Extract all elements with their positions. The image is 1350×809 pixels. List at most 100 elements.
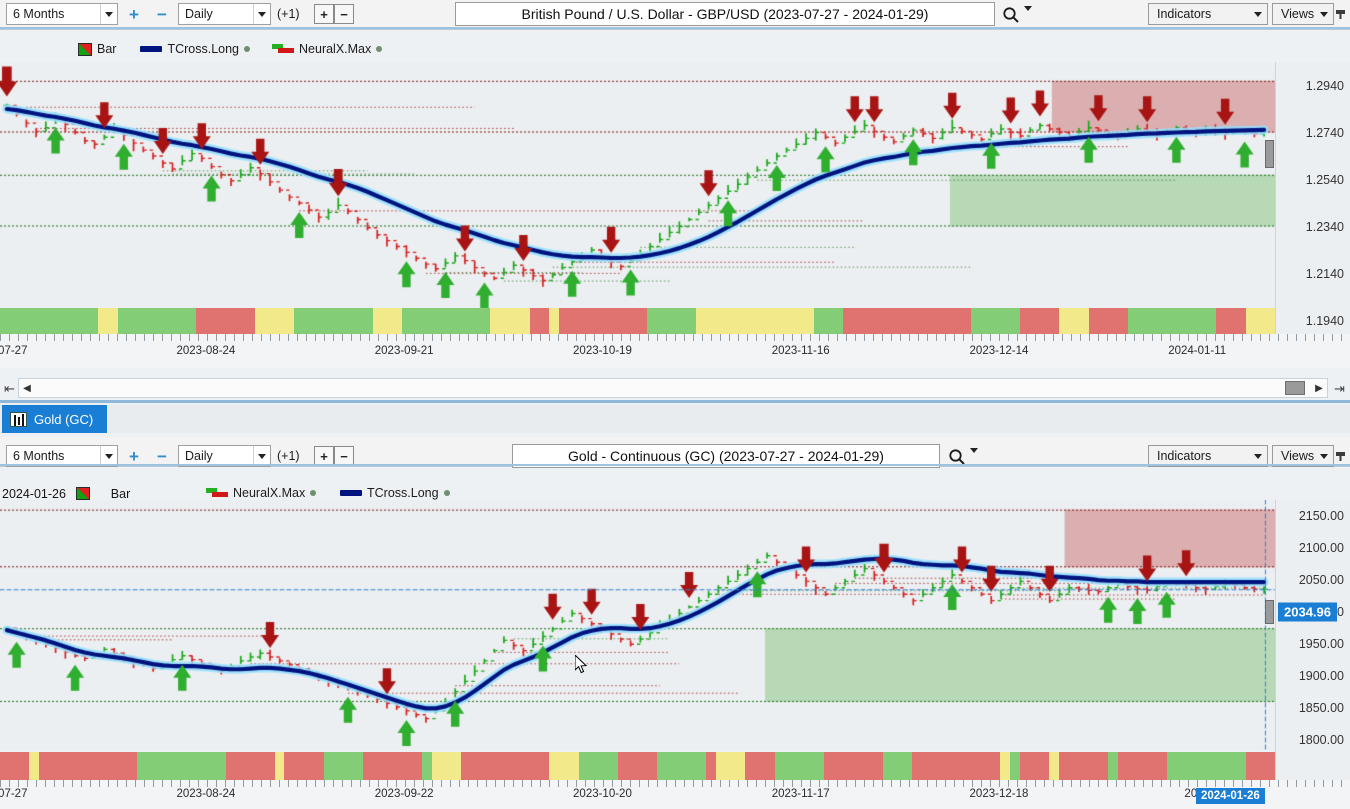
axis-price-label: 1.1940 [1305,313,1344,328]
axis-price-label: 2150.00 [1298,509,1344,524]
ribbon-segment [706,752,716,780]
bottom-date-axis[interactable]: 3-07-27 2023-08-24 2023-09-22 2023-10-20 202… [0,780,1350,809]
axis-price-label: 1900.00 [1298,669,1344,684]
scroll-right-icon[interactable]: ▶ [1312,379,1326,397]
scroll-first-icon[interactable]: ⇤ [4,381,15,397]
top-range-select[interactable]: 6 Months [6,3,118,25]
ribbon-segment [39,308,50,334]
ribbon-segment [912,752,962,780]
indicator-dot-icon[interactable] [244,46,251,52]
ribbon-segment [1059,752,1109,780]
ribbon-segment [1245,308,1275,334]
ribbon-segment [421,752,432,780]
gold-canvas [0,500,1275,750]
scrollbar-thumb[interactable] [1285,381,1305,395]
bottom-axis-ticks [0,780,1350,787]
axis-date-label: 2023-10-20 [573,788,632,800]
indicator-dot-icon[interactable] [376,46,383,52]
bottom-price-axis[interactable]: 2150.002100.002050.002000.001950.001900.… [1275,500,1350,780]
ribbon-segment [0,752,30,780]
bottom-bar-plus-button[interactable]: + [314,446,334,466]
pin-icon[interactable] [1334,8,1347,21]
top-zoom-in-button[interactable]: + [124,4,144,24]
ribbon-segment [402,752,422,780]
top-views-button[interactable]: Views [1272,3,1334,25]
ribbon-segment [696,308,736,334]
indicator-dot-icon[interactable] [443,490,450,496]
ribbon-segment [500,752,530,780]
top-interval-select[interactable]: Daily [178,3,271,25]
ribbon-segment [843,308,893,334]
scroll-left-icon[interactable]: ◀ [20,379,34,397]
axis-price-label: 1850.00 [1298,701,1344,716]
line-swatch-icon [140,46,163,52]
ribbon-segment [441,308,491,334]
ribbon-segment [402,308,442,334]
neuralx-swatch-icon [206,488,228,498]
top-axis-handle[interactable] [1265,140,1274,168]
bottom-zoom-out-button[interactable]: − [152,446,172,466]
axis-price-label: 1.2940 [1305,78,1344,93]
ribbon-segment [814,308,834,334]
axis-price-label: 1.2740 [1305,125,1344,140]
bottom-search-dropdown-icon[interactable] [970,448,978,471]
bottom-zoom-in-button[interactable]: + [124,446,144,466]
axis-date-label: 3-07-27 [0,788,28,800]
axis-date-label: 2023-11-17 [771,788,830,800]
ribbon-segment [1019,308,1060,334]
ribbon-segment [715,752,746,780]
axis-price-label: 1950.00 [1298,637,1344,652]
ribbon-segment [529,752,550,780]
panel-divider[interactable] [0,400,1350,403]
indicator-dot-icon[interactable] [310,490,317,496]
ribbon-segment [323,308,373,334]
top-zoom-out-button[interactable]: − [152,4,172,24]
neuralx-swatch-icon [272,44,295,54]
current-price-marker: 2034.96 [1278,602,1337,622]
bar-swatch-icon [75,487,90,500]
ribbon-segment [931,308,971,334]
chevron-down-icon [1320,11,1333,17]
top-search-icon[interactable] [1002,6,1020,29]
ribbon-segment [617,752,658,780]
top-horizontal-scrollbar[interactable]: ◀ ▶ [18,378,1328,398]
ribbon-segment [529,308,550,334]
ribbon-segment [1186,752,1197,780]
axis-date-label: 2023-08-24 [176,788,236,800]
bottom-axis-handle[interactable] [1265,600,1274,624]
axis-price-label: 1.2540 [1305,172,1344,187]
chevron-down-icon [1254,453,1267,459]
ribbon-segment [1196,308,1217,334]
top-bar-plus-button[interactable]: + [314,4,334,24]
bottom-search-icon[interactable] [948,448,966,471]
ribbon-segment [1000,752,1011,780]
bottom-chart-toolbar: 6 Months + − Daily (+1) + − Gold - Conti… [0,437,1350,470]
scroll-last-icon[interactable]: ⇥ [1334,381,1345,397]
ribbon-segment [225,752,275,780]
top-price-axis[interactable]: 1.2940 1.2740 1.2540 1.2340 1.2140 1.1940 [1275,62,1350,344]
chevron-down-icon [100,4,117,24]
ribbon-segment [735,308,775,334]
top-bar-minus-button[interactable]: − [334,4,354,24]
axis-date-label: 2023-08-24 [176,345,236,357]
tab-gold-gc[interactable]: Gold (GC) [2,405,108,433]
ribbon-segment [490,308,530,334]
bottom-bar-minus-button[interactable]: − [334,446,354,466]
axis-price-label: 1800.00 [1298,733,1344,748]
top-date-axis[interactable]: 3-07-27 2023-08-24 2023-09-21 2023-10-19 202… [0,334,1350,368]
axis-date-label: 2023-12-14 [969,345,1029,357]
ribbon-segment [1010,752,1020,780]
gold-legend-neuralx: NeuralX.Max [206,486,317,500]
chevron-down-icon [1254,11,1267,17]
ribbon-segment [921,308,932,334]
top-symbol-field[interactable]: British Pound / U.S. Dollar - GBP/USD (2… [455,2,995,26]
toolbar-divider [0,27,1350,29]
ribbon-segment [49,308,99,334]
bottom-pin-icon[interactable] [1334,450,1347,463]
ribbon-segment [598,308,648,334]
top-indicators-button[interactable]: Indicators [1148,3,1268,25]
gold-chart-plot[interactable] [0,500,1275,750]
ribbon-segment [372,308,403,334]
ribbon-segment [1118,752,1168,780]
gbpusd-chart-plot[interactable] [0,62,1275,344]
